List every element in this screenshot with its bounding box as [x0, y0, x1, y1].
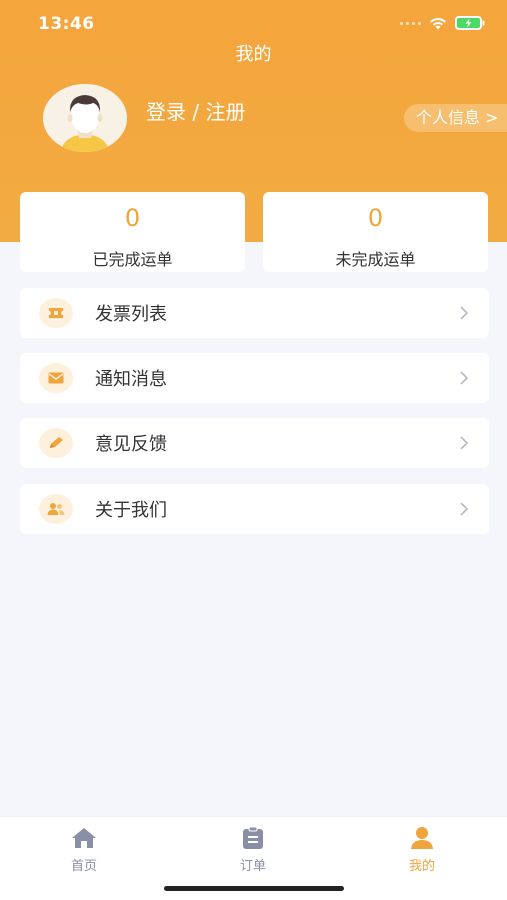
completed-orders-count: 0 — [124, 204, 141, 232]
ticket-icon — [39, 298, 73, 328]
menu-item-label: 关于我们 — [95, 500, 167, 521]
completed-orders-label: 已完成运单 — [92, 250, 173, 269]
profile-info-button[interactable]: 个人信息 > — [404, 104, 507, 132]
home-icon — [44, 825, 124, 851]
incomplete-orders-label: 未完成运单 — [335, 250, 416, 269]
menu-item-label: 发票列表 — [95, 304, 167, 325]
people-icon — [39, 494, 73, 524]
battery-icon — [455, 16, 485, 30]
incomplete-orders-count: 0 — [367, 204, 384, 232]
avatar[interactable] — [43, 84, 127, 152]
tab-label: 首页 — [70, 859, 97, 874]
user-icon — [382, 825, 462, 851]
menu-item-about[interactable]: 关于我们 — [20, 484, 489, 534]
signal-icon — [400, 21, 421, 25]
pencil-icon — [39, 428, 73, 458]
tab-label: 订单 — [239, 859, 266, 874]
mail-icon — [39, 363, 73, 393]
home-indicator — [164, 886, 344, 891]
completed-orders-card[interactable]: 0 已完成运单 — [20, 192, 245, 272]
chevron-right-icon — [460, 502, 469, 516]
status-icons — [400, 16, 485, 30]
chevron-right-icon — [460, 436, 469, 450]
menu-item-label: 通知消息 — [95, 369, 167, 390]
chevron-right-icon — [460, 306, 469, 320]
menu-item-label: 意见反馈 — [95, 434, 167, 455]
tab-orders[interactable]: 订单 — [213, 825, 293, 874]
tab-label: 我的 — [408, 859, 435, 874]
login-register-link[interactable]: 登录 / 注册 — [146, 96, 245, 125]
menu-item-invoices[interactable]: 发票列表 — [20, 288, 489, 338]
status-time: 13:46 — [38, 14, 95, 34]
tab-home[interactable]: 首页 — [44, 825, 124, 874]
menu-item-notifications[interactable]: 通知消息 — [20, 353, 489, 403]
chevron-right-icon — [460, 371, 469, 385]
menu-item-feedback[interactable]: 意见反馈 — [20, 418, 489, 468]
tab-mine[interactable]: 我的 — [382, 825, 462, 874]
incomplete-orders-card[interactable]: 0 未完成运单 — [263, 192, 488, 272]
wifi-icon — [429, 17, 447, 30]
page-title: 我的 — [235, 44, 272, 65]
clipboard-icon — [213, 825, 293, 851]
